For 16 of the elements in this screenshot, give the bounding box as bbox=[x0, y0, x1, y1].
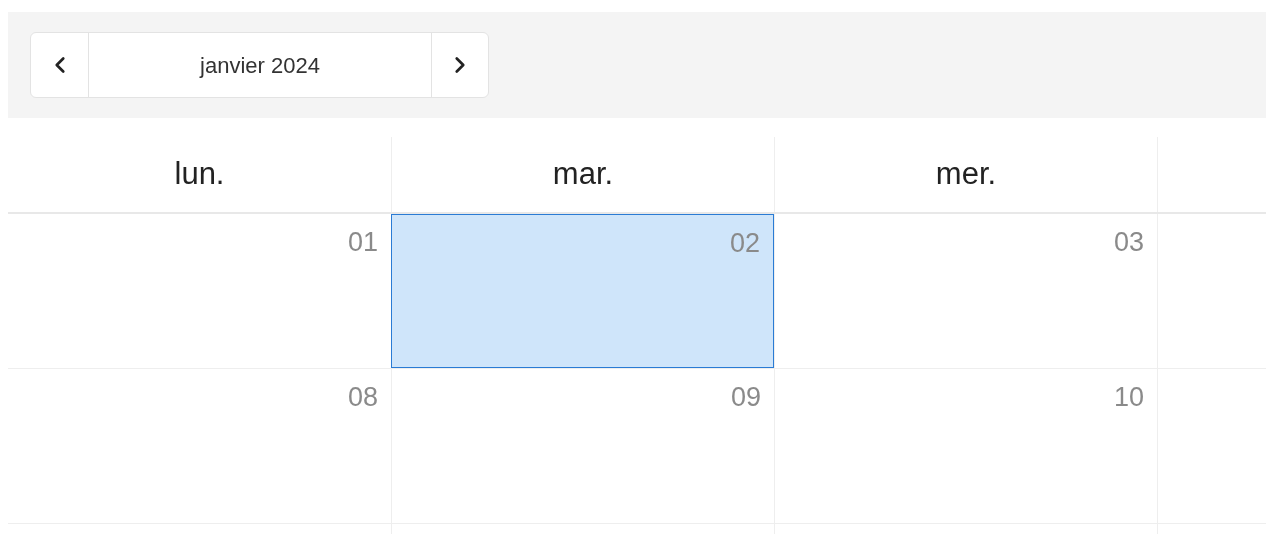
weekday-header: mar. bbox=[552, 155, 614, 194]
month-label: janvier 2024 bbox=[198, 51, 321, 80]
day-number: 01 bbox=[347, 226, 378, 259]
day-number: 02 bbox=[729, 227, 760, 260]
day-cell[interactable]: 03 bbox=[774, 214, 1157, 368]
day-number: 09 bbox=[730, 381, 761, 414]
weekday-header: lun. bbox=[174, 155, 225, 194]
day-cell[interactable]: 01 bbox=[8, 214, 391, 368]
day-cell[interactable]: 02 bbox=[391, 214, 774, 368]
weekday-header: mer. bbox=[935, 155, 997, 194]
day-cell[interactable]: 10 bbox=[774, 369, 1157, 523]
day-cell[interactable]: 09 bbox=[391, 369, 774, 523]
day-number: 03 bbox=[1113, 226, 1144, 259]
day-number: 10 bbox=[1113, 381, 1144, 414]
day-cell[interactable]: 08 bbox=[8, 369, 391, 523]
day-number: 08 bbox=[347, 381, 378, 414]
